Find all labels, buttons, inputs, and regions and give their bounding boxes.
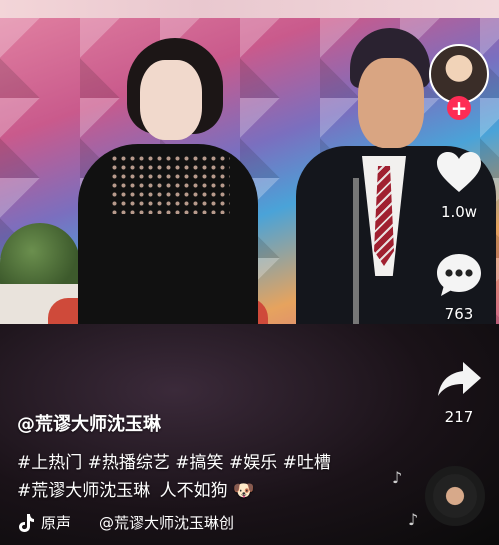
share-arrow-icon [438, 362, 481, 396]
creator-username[interactable]: @荒谬大师沈玉琳 [17, 410, 161, 436]
music-disc-icon[interactable] [425, 466, 485, 526]
woman-dress-mesh [110, 154, 230, 214]
plant-decor [0, 223, 80, 293]
music-note-icon: ♪ [392, 468, 403, 487]
microphone-stand [353, 178, 359, 324]
share-count: 217 [444, 408, 474, 426]
comment-button[interactable] [429, 252, 489, 302]
comment-icon [437, 254, 481, 296]
video-player[interactable] [0, 18, 499, 324]
music-note-icon-2: ♪ [408, 510, 419, 529]
hashtag-creator[interactable]: #荒谬大师沈玉琳 [17, 481, 150, 501]
music-label: 原声 [41, 514, 72, 532]
status-strip [0, 0, 499, 18]
woman-face [140, 60, 202, 140]
comment-count: 763 [444, 305, 474, 323]
music-row[interactable]: 原声 @荒谬大师沈玉琳创 [17, 512, 234, 533]
like-button[interactable] [429, 150, 489, 198]
follow-button[interactable]: + [447, 96, 471, 120]
like-count: 1.0w [440, 203, 478, 221]
heart-icon [437, 152, 481, 192]
music-owner: @荒谬大师沈玉琳创 [99, 514, 235, 532]
caption-text: 人不如狗 [159, 481, 228, 501]
tiktok-note-icon [19, 513, 34, 532]
hashtags-line[interactable]: #上热门 #热播综艺 #搞笑 #娱乐 #吐槽 [17, 448, 331, 473]
man-face [358, 58, 424, 148]
dog-emoji-icon: 🐶 [233, 481, 255, 501]
share-button[interactable] [429, 358, 489, 406]
creator-avatar[interactable] [429, 44, 489, 104]
caption-line2: #荒谬大师沈玉琳 人不如狗 🐶 [17, 476, 254, 501]
